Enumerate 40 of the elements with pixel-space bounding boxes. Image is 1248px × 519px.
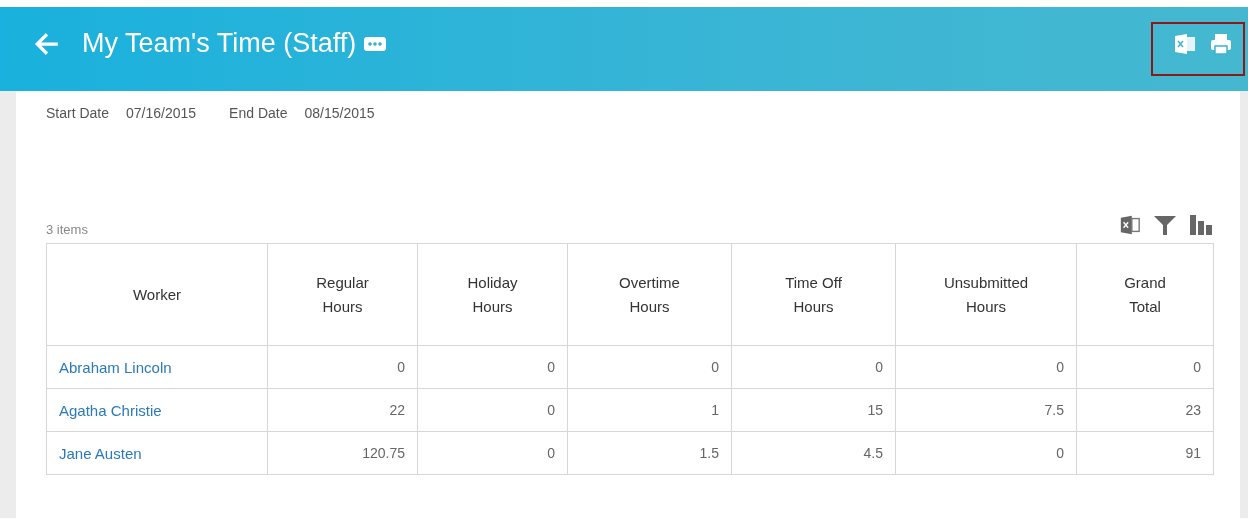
table-cell: 7.5 <box>1044 402 1064 418</box>
table-cell: 0 <box>1056 359 1064 375</box>
table-cell: 1 <box>711 402 719 418</box>
table-cell: 23 <box>1185 402 1201 418</box>
date-label: End Date <box>229 105 288 121</box>
column-header: Unsubmitted Hours <box>895 243 1077 346</box>
date-value: 07/16/2015 <box>126 105 197 121</box>
worker-link[interactable]: Jane Austen <box>59 444 142 462</box>
worker-link[interactable]: Agatha Christie <box>59 401 162 419</box>
table-cell: 0 <box>547 445 555 461</box>
bar-chart-icon[interactable] <box>1189 213 1213 237</box>
table-cell: 1.5 <box>699 445 719 461</box>
table-cell: 120.75 <box>362 445 405 461</box>
table-cell: 0 <box>397 359 405 375</box>
column-header: Holiday Hours <box>417 243 568 346</box>
filter-icon[interactable] <box>1153 213 1177 237</box>
print-icon[interactable] <box>1209 31 1233 56</box>
table-cell: 0 <box>711 359 719 375</box>
table-cell: 91 <box>1185 445 1201 461</box>
column-header: Worker <box>46 243 268 346</box>
excel-icon[interactable] <box>1119 214 1141 236</box>
item-count: 3 items <box>46 222 88 237</box>
table-cell: 0 <box>875 359 883 375</box>
date-value: 08/15/2015 <box>304 105 375 121</box>
column-header: Overtime Hours <box>567 243 732 346</box>
excel-icon[interactable] <box>1173 31 1197 56</box>
table-cell: 15 <box>867 402 883 418</box>
table-cell: 4.5 <box>863 445 883 461</box>
column-header: Regular Hours <box>267 243 418 346</box>
table-cell: 0 <box>1056 445 1064 461</box>
more-icon[interactable] <box>364 36 387 51</box>
date-label: Start Date <box>46 105 110 121</box>
table-cell: 0 <box>547 359 555 375</box>
page-title: My Team's Time (Staff) <box>82 28 357 59</box>
back-arrow-icon[interactable] <box>34 30 60 57</box>
table-cell: 0 <box>1193 359 1201 375</box>
column-header: Time Off Hours <box>731 243 896 346</box>
table-cell: 0 <box>547 402 555 418</box>
column-header: Grand Total <box>1076 243 1214 346</box>
table-cell: 22 <box>389 402 405 418</box>
